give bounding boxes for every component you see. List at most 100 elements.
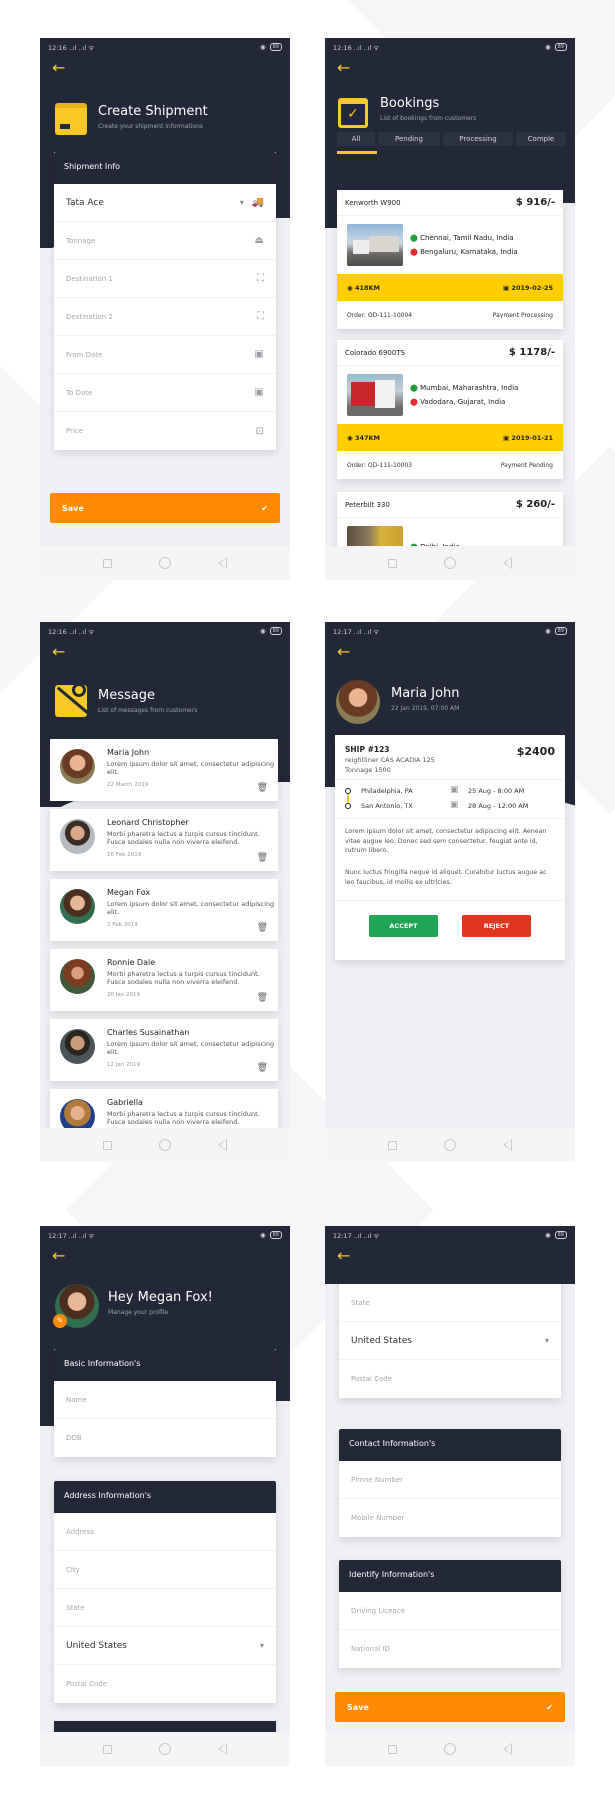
mobile-number-field[interactable]: Mobile Number (339, 1499, 561, 1537)
sender-name: Maria John (391, 686, 460, 701)
message-item[interactable]: Charles Susainathan Lorem ipsum dolor si… (50, 1019, 278, 1081)
screen-messages: 12:16 ..ıl ..ıl ᯤ ◉ 89 ← Message List of… (40, 622, 290, 1162)
driving-licence-field[interactable]: Driving Licence (339, 1592, 561, 1630)
state-field[interactable]: State (54, 1589, 276, 1627)
trash-icon[interactable]: 🗑 (257, 783, 268, 793)
field-placeholder: Destination 1 (66, 274, 113, 283)
destination-2-field[interactable]: Destination 2 ⛶ (54, 298, 276, 336)
country-select[interactable]: United States ▾ (339, 1322, 561, 1360)
calendar-icon: ▣ (254, 349, 264, 360)
home-icon[interactable] (158, 1743, 171, 1755)
back-nav-icon[interactable] (217, 557, 227, 569)
back-arrow-icon[interactable]: ← (52, 644, 65, 660)
android-nav-bar (40, 1732, 290, 1766)
home-icon[interactable] (443, 1139, 456, 1151)
calendar-clock-icon: ▣ (450, 800, 459, 810)
recent-apps-icon[interactable] (388, 1744, 398, 1754)
screen-profile: 12:17 ..ıl ..ıl ᯤ ◉ 89 ← ✎ Hey Megan Fox… (40, 1226, 290, 1766)
tab-pending[interactable]: Pending (378, 132, 440, 146)
sender-name: Charles Susainathan (107, 1028, 190, 1037)
city-field[interactable]: City (54, 1551, 276, 1589)
back-arrow-icon[interactable]: ← (337, 644, 350, 660)
field-placeholder: Phone Number (351, 1475, 404, 1484)
status-bar: 12:16 ..ıl ..ıl ᯤ ◉ 89 (40, 38, 290, 56)
page-title: Message (98, 688, 155, 703)
contact-info-card: Contact Information's Phone Number Mobil… (339, 1429, 561, 1537)
recent-apps-icon[interactable] (103, 1140, 113, 1150)
vehicle-select[interactable]: Tata Ace ▾ 🚚 (54, 184, 276, 222)
postal-code-field[interactable]: Postal Code (339, 1360, 561, 1398)
shipment-info-card: Shipment Info Tata Ace ▾ 🚚 Tonnage ⏏ Dest… (54, 152, 276, 450)
back-arrow-icon[interactable]: ← (52, 1248, 65, 1264)
tab-processing[interactable]: Processing (443, 132, 513, 146)
recent-apps-icon[interactable] (388, 558, 398, 568)
status-bar: 12:17 ..ıl ..ıl ᯤ ◉ 89 (325, 622, 575, 640)
message-item[interactable]: Ronnie Dale Morbi pharetra lectus a turp… (50, 949, 278, 1011)
back-nav-icon[interactable] (502, 1139, 512, 1151)
edit-pencil-icon[interactable]: ✎ (53, 1314, 67, 1328)
trash-icon[interactable]: 🗑 (257, 993, 268, 1003)
trash-icon[interactable]: 🗑 (257, 853, 268, 863)
name-field[interactable]: Name (54, 1381, 276, 1419)
section-title: Shipment Info (54, 152, 276, 184)
back-arrow-icon[interactable]: ← (52, 60, 65, 76)
postal-code-field[interactable]: Postal Code (54, 1665, 276, 1703)
phone-number-field[interactable]: Phone Number (339, 1461, 561, 1499)
trash-icon[interactable]: 🗑 (257, 1063, 268, 1073)
dob-field[interactable]: DOB (54, 1419, 276, 1457)
back-nav-icon[interactable] (502, 1743, 512, 1755)
booking-card[interactable]: Colorado 6900TS $ 1178/- ⬤ Mumbai, Mahara… (337, 340, 563, 479)
reject-button[interactable]: REJECT (462, 915, 531, 937)
drop-pin-icon: ⬤ (410, 398, 418, 406)
price-field[interactable]: Price ⊡ (54, 412, 276, 450)
page-subtitle: List of messages from customers (98, 707, 198, 714)
accept-button[interactable]: ACCEPT (369, 915, 438, 937)
vehicle-name: Colorado 6900TS (345, 348, 406, 357)
back-nav-icon[interactable] (502, 557, 512, 569)
national-id-field[interactable]: National ID (339, 1630, 561, 1668)
recent-apps-icon[interactable] (388, 1140, 398, 1150)
chevron-down-icon: ▾ (259, 1641, 264, 1650)
home-icon[interactable] (443, 1743, 456, 1755)
message-preview: Morbi pharetra lectus a turpis cursus ti… (107, 970, 260, 986)
address-field[interactable]: Address (54, 1513, 276, 1551)
recent-apps-icon[interactable] (103, 558, 113, 568)
section-title: Contact Information's (339, 1429, 561, 1461)
map-pin-icon: ⛶ (257, 311, 264, 322)
back-arrow-icon[interactable]: ← (337, 1248, 350, 1264)
message-date: 12 Jan 2019 (107, 1062, 140, 1068)
back-nav-icon[interactable] (217, 1139, 227, 1151)
back-arrow-icon[interactable]: ← (337, 60, 350, 76)
chevron-down-icon: ▾ (239, 198, 244, 207)
battery-icon: 89 (554, 43, 567, 51)
country-select[interactable]: United States ▾ (54, 1627, 276, 1665)
from-date-field[interactable]: From Date ▣ (54, 336, 276, 374)
recent-apps-icon[interactable] (103, 1744, 113, 1754)
field-placeholder: Mobile Number (351, 1514, 405, 1522)
to-date-field[interactable]: To Date ▣ (54, 374, 276, 412)
battery-icon: 89 (269, 1231, 282, 1239)
message-preview: Lorem ipsum dolor sit amet, consectetur … (107, 1040, 275, 1056)
state-field[interactable]: State (339, 1284, 561, 1322)
message-item[interactable]: Megan Fox Lorem ipsum dolor sit amet, co… (50, 879, 278, 941)
booking-date: 2019-01-21 (511, 433, 553, 442)
message-paragraph: Lorem ipsum dolor sit amet, consectetur … (345, 828, 547, 854)
home-icon[interactable] (158, 557, 171, 569)
booking-card[interactable]: Kenworth W900 $ 916/- ⬤ Chennai, Tamil Na… (337, 190, 563, 329)
message-item[interactable]: Leonard Christopher Morbi pharetra lectu… (50, 809, 278, 871)
save-button[interactable]: Save ✔ (335, 1692, 565, 1722)
tonnage-field[interactable]: Tonnage ⏏ (54, 222, 276, 260)
trash-icon[interactable]: 🗑 (257, 923, 268, 933)
order-id: Order: OD-111-10004 (347, 311, 413, 319)
message-item[interactable]: Maria John Lorem ipsum dolor sit amet, c… (50, 739, 278, 801)
tab-all[interactable]: All (337, 132, 375, 146)
destination-1-field[interactable]: Destination 1 ⛶ (54, 260, 276, 298)
status-time: 12:17 (48, 1232, 67, 1240)
home-icon[interactable] (158, 1139, 171, 1151)
tab-completed[interactable]: Comple (516, 132, 566, 146)
field-placeholder: State (66, 1603, 85, 1612)
screen-message-detail: 12:17 ..ıl ..ıl ᯤ ◉ 89 ← Maria John 22 J… (325, 622, 575, 1162)
back-nav-icon[interactable] (217, 1743, 227, 1755)
save-button[interactable]: Save ✔ (50, 493, 280, 523)
home-icon[interactable] (443, 557, 456, 569)
